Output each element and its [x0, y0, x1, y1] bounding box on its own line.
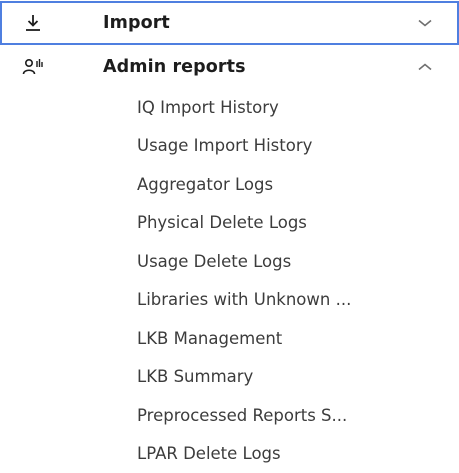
submenu-item-preprocessed-reports[interactable]: Preprocessed Reports S... [0, 396, 459, 435]
chevron-down-icon[interactable] [416, 16, 434, 30]
nav-section-import[interactable]: Import [0, 1, 459, 45]
submenu-item-lkb-summary[interactable]: LKB Summary [0, 358, 459, 397]
submenu-item-lpar-delete-logs[interactable]: LPAR Delete Logs [0, 435, 459, 473]
admin-reports-submenu: IQ Import History Usage Import History A… [0, 88, 459, 473]
side-navigation: Import Admin reports IQ Import History U… [0, 0, 459, 459]
submenu-item-aggregator-logs[interactable]: Aggregator Logs [0, 165, 459, 204]
nav-section-import-label: Import [103, 13, 170, 33]
nav-section-admin-reports[interactable]: Admin reports [0, 46, 459, 88]
download-icon [22, 12, 44, 34]
submenu-item-libraries-with-unknown[interactable]: Libraries with Unknown ... [0, 281, 459, 320]
submenu-item-iq-import-history[interactable]: IQ Import History [0, 88, 459, 127]
submenu-item-lkb-management[interactable]: LKB Management [0, 319, 459, 358]
chevron-up-icon[interactable] [416, 60, 434, 74]
user-admin-icon [22, 56, 44, 78]
submenu-item-usage-delete-logs[interactable]: Usage Delete Logs [0, 242, 459, 281]
submenu-item-usage-import-history[interactable]: Usage Import History [0, 127, 459, 166]
nav-section-admin-reports-label: Admin reports [103, 57, 246, 77]
submenu-item-physical-delete-logs[interactable]: Physical Delete Logs [0, 204, 459, 243]
